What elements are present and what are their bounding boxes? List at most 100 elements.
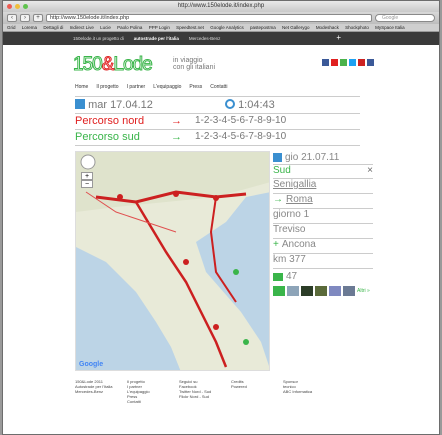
route-sud-arrow-icon: →: [171, 131, 182, 143]
bookmark-item[interactable]: MySpace Italia: [375, 25, 405, 30]
photo-thumbnail[interactable]: [273, 286, 285, 296]
map-marker[interactable]: [213, 324, 219, 330]
nav-equipaggio[interactable]: L'equipaggio: [153, 84, 181, 90]
map-marker[interactable]: [173, 191, 179, 197]
footer-link[interactable]: ABC Informatica: [283, 389, 327, 394]
social-links: [322, 59, 374, 66]
nav-press[interactable]: Press: [189, 84, 202, 90]
mercedes-logo[interactable]: Mercedes-Benz: [189, 36, 221, 41]
route-nord-label: Percorso nord: [75, 115, 145, 127]
nav-partner[interactable]: I partner: [127, 84, 146, 90]
footer-link[interactable]: Powered: [231, 384, 275, 389]
map-canvas[interactable]: [76, 152, 270, 371]
bookmark-item[interactable]: Net Gallerygo: [282, 25, 310, 30]
stage-sidebar: gio 21.07.11 Sud × Senigallia → Roma gio…: [273, 151, 373, 296]
photo-thumbnail[interactable]: [315, 286, 327, 296]
photo-thumbnail[interactable]: [343, 286, 355, 296]
footer-link[interactable]: Flickr Nord - Sud: [179, 394, 223, 399]
route-nord-stages[interactable]: 1-2-3-4-5-6-7-8-9-10: [195, 114, 286, 128]
minimize-window-button[interactable]: [15, 4, 20, 9]
forward-button[interactable]: ›: [20, 14, 30, 22]
map-marker[interactable]: [183, 259, 189, 265]
more-photos-link[interactable]: Altri »: [357, 288, 370, 294]
stop-ancona: Ancona: [281, 239, 316, 250]
route-sud-stages[interactable]: 1-2-3-4-5-6-7-8-9-10: [195, 130, 286, 144]
project-by-label: 150elode.it un progetto di: [73, 36, 124, 41]
divider: [75, 96, 360, 97]
camera-icon: [273, 272, 283, 281]
map-marker[interactable]: [233, 269, 239, 275]
bookmark-item[interactable]: Google Analytics: [210, 25, 244, 30]
route-sud[interactable]: Percorso sud: [75, 130, 140, 144]
bookmark-item[interactable]: Modeshack: [316, 25, 339, 30]
bookmark-item[interactable]: Lorema: [22, 25, 37, 30]
footer-column: Seguici su Facebook Twitter Nord - Sud F…: [179, 379, 223, 404]
nav-home[interactable]: Home: [75, 84, 88, 90]
facebook-icon[interactable]: [322, 59, 329, 66]
photo-thumbnail[interactable]: [301, 286, 313, 296]
close-window-button[interactable]: [7, 4, 12, 9]
stage-day: giorno 1: [273, 209, 373, 224]
window-controls: [7, 4, 28, 9]
tagline-line1: in viaggio: [173, 57, 203, 64]
route-nord[interactable]: Percorso nord: [75, 114, 144, 128]
zoom-in-button[interactable]: +: [81, 172, 93, 180]
plus-icon[interactable]: +: [336, 34, 341, 42]
site-logo[interactable]: 150&Lode: [73, 54, 154, 76]
route-nord-arrow-icon: →: [171, 115, 182, 127]
autostrade-logo[interactable]: autostrade per l'italia: [134, 36, 179, 41]
zoom-window-button[interactable]: [23, 4, 28, 9]
footer-column: Credits Powered: [231, 379, 275, 404]
map-pan-control[interactable]: [80, 154, 96, 170]
flickr-icon[interactable]: [367, 59, 374, 66]
time-row: 1:04:43: [225, 98, 275, 112]
share-icon[interactable]: [340, 59, 347, 66]
nav-contatti[interactable]: Contatti: [210, 84, 227, 90]
map-marker[interactable]: [117, 194, 123, 200]
browser-window: http://www.150elode.it/index.php ‹ › + h…: [2, 0, 440, 435]
arrow-right-icon: →: [273, 194, 283, 205]
from-city[interactable]: Senigallia: [273, 179, 373, 194]
bookmarks-bar: Grid Lorema Dettagli di Indirect Live Lu…: [3, 24, 439, 32]
bookmark-item[interactable]: Paolo Polina: [117, 25, 142, 30]
bookmark-item[interactable]: PPP Login: [149, 25, 170, 30]
current-date: mar 17.04.12: [88, 99, 153, 111]
bookmark-item[interactable]: Speedtest.net: [176, 25, 204, 30]
map-marker[interactable]: [243, 339, 249, 345]
calendar-icon: [75, 99, 85, 109]
youtube-icon[interactable]: [331, 59, 338, 66]
add-bookmark-button[interactable]: +: [33, 14, 43, 22]
photo-thumbnail[interactable]: [329, 286, 341, 296]
footer-column: 150&Lode 2011 Autostrade per l'Italia Me…: [75, 379, 119, 404]
route-sud-label: Percorso sud: [75, 131, 140, 143]
stage-direction: Sud: [273, 165, 291, 176]
calendar-icon: [273, 153, 282, 162]
plus-icon: +: [273, 239, 279, 250]
search-field[interactable]: Google: [375, 14, 435, 22]
photos-count: 47: [286, 270, 298, 282]
bookmark-item[interactable]: Grid: [7, 25, 16, 30]
page-content: 150&Lode in viaggio con gli italiani Hom…: [3, 45, 439, 434]
close-icon[interactable]: ×: [367, 165, 373, 178]
divider: [75, 145, 360, 146]
footer-link[interactable]: Mercedes-Benz: [75, 389, 119, 394]
address-bar[interactable]: http://www.150elode.it/index.php: [46, 14, 372, 22]
route-map[interactable]: + − Google: [75, 151, 270, 371]
to-city[interactable]: Roma: [286, 194, 313, 208]
footer-link[interactable]: Contatti: [127, 399, 171, 404]
bookmark-item[interactable]: Lucie: [100, 25, 111, 30]
photo-thumbnail[interactable]: [287, 286, 299, 296]
zoom-out-button[interactable]: −: [81, 180, 93, 188]
bookmark-item[interactable]: Dettagli di: [43, 25, 63, 30]
rss-icon[interactable]: [358, 59, 365, 66]
bookmark-item[interactable]: Shockphoto: [345, 25, 369, 30]
bookmark-item[interactable]: Indirect Live: [70, 25, 94, 30]
twitter-icon[interactable]: [349, 59, 356, 66]
map-marker[interactable]: [213, 195, 219, 201]
stage-distance: km 377: [273, 254, 373, 269]
logo-main: 150: [73, 54, 104, 76]
bookmark-item[interactable]: pastepostma: [250, 25, 276, 30]
logo-tail: Lode: [113, 54, 153, 76]
nav-progetto[interactable]: Il progetto: [96, 84, 118, 90]
back-button[interactable]: ‹: [7, 14, 17, 22]
